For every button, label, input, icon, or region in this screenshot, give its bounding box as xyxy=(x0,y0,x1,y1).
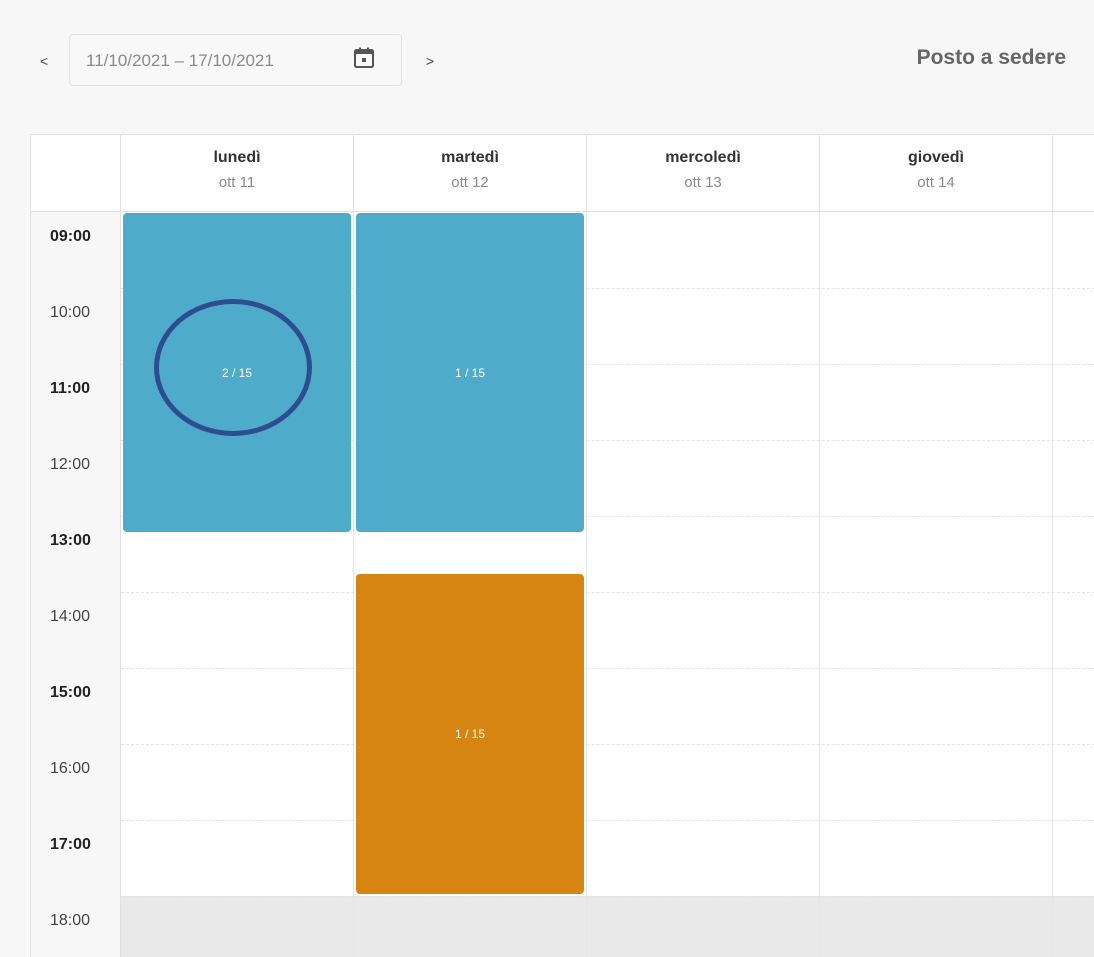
time-gutter: 09:00 10:00 11:00 12:00 13:00 14:00 15:0… xyxy=(31,212,121,957)
time-grid[interactable]: 2 / 15 1 / 15 1 / 15 xyxy=(121,212,1094,957)
next-week-button[interactable]: > xyxy=(418,46,442,76)
time-label: 12:00 xyxy=(50,456,91,473)
date-range-picker[interactable]: 11/10/2021 – 17/10/2021 xyxy=(69,34,402,86)
time-label: 10:00 xyxy=(50,304,91,321)
time-label: 15:00 xyxy=(50,684,91,701)
resource-title: Posto a sedere xyxy=(916,46,1066,69)
day-header-friday-partial[interactable] xyxy=(1052,135,1094,211)
day-header-thursday[interactable]: giovedì ott 14 xyxy=(819,135,1052,211)
hour-line xyxy=(121,896,1094,897)
day-name: lunedì xyxy=(213,149,261,166)
hour-line xyxy=(121,668,1094,669)
day-date: ott 13 xyxy=(684,174,722,191)
time-label: 14:00 xyxy=(50,608,91,625)
day-header-tuesday[interactable]: martedì ott 12 xyxy=(353,135,586,211)
day-name: mercoledì xyxy=(665,149,741,166)
time-label: 17:00 xyxy=(50,836,91,853)
time-label: 11:00 xyxy=(50,380,91,397)
day-name: giovedì xyxy=(907,149,964,166)
time-label: 18:00 xyxy=(50,912,91,929)
time-label: 16:00 xyxy=(50,760,91,777)
hour-line xyxy=(121,744,1094,745)
event-capacity: 2 / 15 xyxy=(221,365,253,380)
event-tuesday-afternoon[interactable]: 1 / 15 xyxy=(356,574,584,894)
off-hours-area xyxy=(121,896,1094,957)
day-header-row: lunedì ott 11 martedì ott 12 mercoledì o… xyxy=(31,135,1094,212)
week-calendar: lunedì ott 11 martedì ott 12 mercoledì o… xyxy=(30,134,1094,957)
day-name: martedì xyxy=(441,149,499,166)
day-date: ott 12 xyxy=(451,174,489,191)
day-date: ott 11 xyxy=(218,174,256,191)
day-header-monday[interactable]: lunedì ott 11 xyxy=(120,135,353,211)
day-column-divider xyxy=(353,212,354,957)
hour-line xyxy=(121,592,1094,593)
event-monday-morning[interactable]: 2 / 15 xyxy=(123,213,351,532)
time-label: 09:00 xyxy=(50,228,91,245)
event-tuesday-morning[interactable]: 1 / 15 xyxy=(356,213,584,532)
day-column-divider xyxy=(819,212,820,957)
event-capacity: 1 / 15 xyxy=(454,727,486,741)
day-header-wednesday[interactable]: mercoledì ott 13 xyxy=(586,135,819,211)
time-label: 13:00 xyxy=(50,532,91,549)
prev-week-button[interactable]: < xyxy=(32,46,56,76)
day-column-divider xyxy=(1052,212,1053,957)
hour-line xyxy=(121,820,1094,821)
calendar-toolbar: < 11/10/2021 – 17/10/2021 > Posto a sede… xyxy=(0,0,1094,120)
event-capacity: 1 / 15 xyxy=(454,365,486,380)
calendar-icon[interactable] xyxy=(353,47,375,69)
day-date: ott 14 xyxy=(917,174,955,191)
day-column-divider xyxy=(586,212,587,957)
date-range-text: 11/10/2021 – 17/10/2021 xyxy=(86,51,274,70)
